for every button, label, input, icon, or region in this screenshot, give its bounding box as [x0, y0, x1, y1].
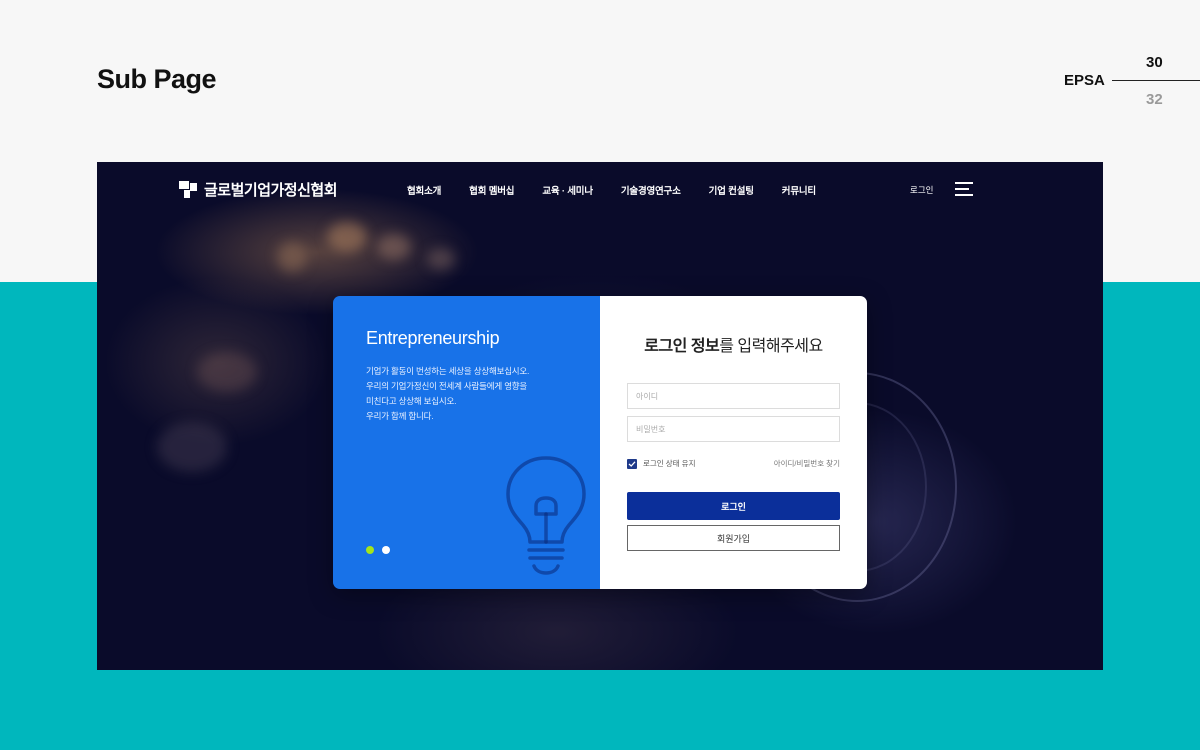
intro-description: 기업가 활동이 번성하는 세상을 상상해보십시오. 우리의 기업가정신이 전세계…: [366, 364, 567, 424]
login-form-title: 로그인 정보를 입력해주세요: [600, 332, 867, 356]
join-button[interactable]: 회원가입: [627, 525, 840, 551]
lightbulb-icon: [506, 456, 586, 575]
login-card-intro-panel: Entrepreneurship 기업가 활동이 번성하는 세상을 상상해보십시…: [333, 296, 600, 589]
menu-item-membership[interactable]: 협회 멤버십: [469, 183, 514, 197]
remember-login-checkbox[interactable]: [627, 458, 637, 469]
carousel-dot[interactable]: [382, 546, 390, 554]
total-page-number: 32: [1146, 91, 1163, 108]
remember-login-label: 로그인 상태 유지: [643, 459, 696, 468]
background-bokeh: [277, 242, 307, 272]
brand-label: EPSA: [1064, 72, 1105, 89]
find-account-link[interactable]: 아이디/비밀번호 찾기: [774, 458, 840, 469]
intro-description-line: 우리가 함께 합니다.: [366, 411, 434, 421]
current-page-number: 30: [1146, 54, 1163, 71]
remember-login: 로그인 상태 유지: [627, 458, 695, 469]
menu-item-institute[interactable]: 기술경영연구소: [621, 183, 681, 197]
background-bokeh: [427, 248, 455, 270]
intro-description-line: 우리의 기업가정신이 전세계 사람들에게 영향을: [366, 381, 528, 391]
user-id-input[interactable]: [627, 383, 840, 409]
menu-item-education[interactable]: 교육 · 세미나: [542, 183, 593, 197]
logo-mark-icon: [179, 180, 197, 199]
site-logo[interactable]: 글로벌기업가정신협회: [179, 179, 338, 200]
main-menu: 협회소개 협회 멤버십 교육 · 세미나 기술경영연구소 기업 컨설팅 커뮤니티: [407, 183, 844, 197]
website-mockup: 글로벌기업가정신협회 협회소개 협회 멤버십 교육 · 세미나 기술경영연구소 …: [97, 162, 1103, 670]
logo-text: 글로벌기업가정신협회: [204, 182, 338, 199]
background-bokeh: [327, 222, 367, 252]
intro-heading: Entrepreneurship: [366, 328, 500, 348]
menu-item-consulting[interactable]: 기업 컨설팅: [709, 183, 754, 197]
menu-item-community[interactable]: 커뮤니티: [782, 183, 816, 197]
intro-description-line: 미친다고 상상해 보십시오.: [366, 396, 457, 406]
login-button[interactable]: 로그인: [627, 492, 840, 520]
login-card: Entrepreneurship 기업가 활동이 번성하는 세상을 상상해보십시…: [333, 296, 867, 589]
background-bokeh: [377, 234, 411, 260]
carousel-dots: [366, 546, 398, 554]
login-form-title-rest: 를 입력해주세요: [719, 338, 823, 355]
password-input[interactable]: [627, 416, 840, 442]
site-header: 글로벌기업가정신협회 협회소개 협회 멤버십 교육 · 세미나 기술경영연구소 …: [97, 162, 1103, 216]
background-bokeh: [197, 352, 257, 392]
login-form-title-bold: 로그인 정보: [644, 338, 720, 355]
login-form-panel: 로그인 정보를 입력해주세요 로그인 상태 유지 아이디/비밀번호 찾기 로그인…: [600, 296, 867, 589]
checkmark-icon: [628, 460, 636, 467]
menu-item-about[interactable]: 협회소개: [407, 183, 441, 197]
page-title: Sub Page: [97, 64, 217, 94]
intro-description-line: 기업가 활동이 번성하는 세상을 상상해보십시오.: [366, 366, 530, 376]
header-login-link[interactable]: 로그인: [910, 184, 933, 196]
page-number-divider: [1112, 80, 1200, 81]
carousel-dot-active[interactable]: [366, 546, 374, 554]
background-bokeh: [157, 422, 227, 472]
hamburger-icon[interactable]: [955, 182, 975, 196]
